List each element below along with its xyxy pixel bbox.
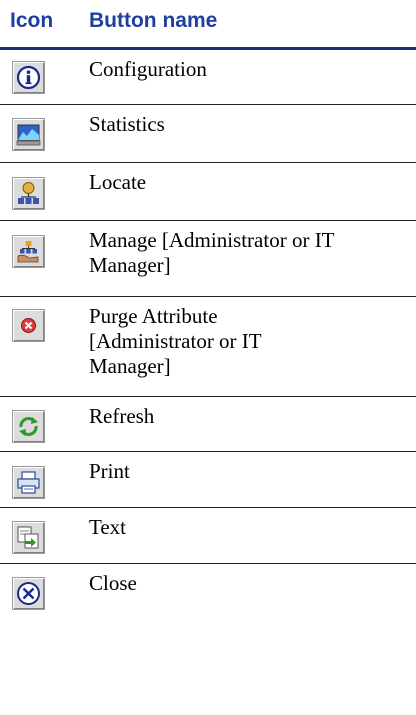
row-label: Close xyxy=(89,571,137,595)
table-row: Locate xyxy=(0,163,416,221)
statistics-icon xyxy=(12,118,45,151)
table-row: Purge Attribute [Administrator or IT Man… xyxy=(0,297,416,397)
header-button-name: Button name xyxy=(89,9,218,32)
row-label: Statistics xyxy=(89,112,165,136)
locate-icon xyxy=(12,177,45,210)
manage-icon xyxy=(12,235,45,268)
row-label: Purge Attribute [Administrator or IT Man… xyxy=(89,304,262,378)
row-label: Refresh xyxy=(89,404,155,428)
header-icon: Icon xyxy=(10,9,54,32)
close-icon xyxy=(12,577,45,610)
row-label: Text xyxy=(89,515,127,539)
button-reference-table: Icon Button name Configuration Statistic… xyxy=(0,0,416,624)
print-icon xyxy=(12,466,45,499)
table-row: Close xyxy=(0,564,416,624)
table-row: Text xyxy=(0,508,416,564)
info-icon xyxy=(12,61,45,94)
table-row: Configuration xyxy=(0,50,416,105)
row-label: Configuration xyxy=(89,57,207,81)
refresh-icon xyxy=(12,410,45,443)
table-header: Icon Button name xyxy=(0,0,416,50)
table-row: Print xyxy=(0,452,416,508)
table-row: Manage [Administrator or IT Manager] xyxy=(0,221,416,297)
row-label: Locate xyxy=(89,170,147,194)
purge-icon xyxy=(12,309,45,342)
row-label: Manage [Administrator or IT Manager] xyxy=(89,228,335,277)
row-label: Print xyxy=(89,459,130,483)
table-row: Refresh xyxy=(0,397,416,452)
table-row: Statistics xyxy=(0,105,416,163)
text-icon xyxy=(12,521,45,554)
